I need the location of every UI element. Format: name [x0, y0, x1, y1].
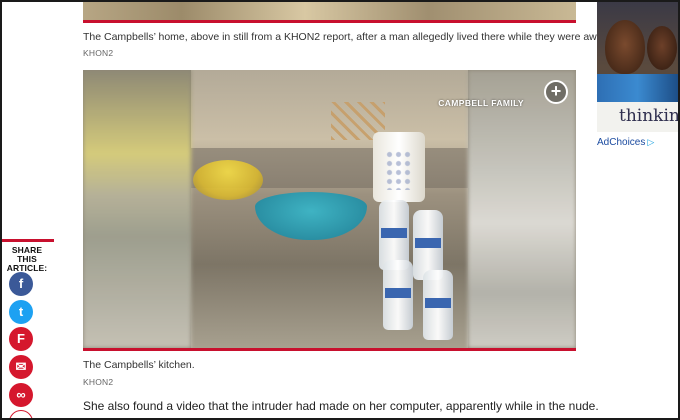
ad-child-face: [647, 26, 677, 70]
email-icon[interactable]: ✉: [9, 355, 33, 379]
share-rule: [2, 239, 54, 242]
kitchen-photo[interactable]: CAMPBELL FAMILY +: [83, 70, 576, 348]
ad-child-face: [605, 20, 645, 74]
photo-blur-right: [468, 70, 576, 348]
top-figure-credit: KHON2: [83, 48, 114, 58]
expand-photo-button[interactable]: +: [544, 80, 568, 104]
ad-text: thinkin: [619, 106, 678, 126]
photo-water-bottle: [383, 260, 413, 330]
article-paragraph: She also found a video that the intruder…: [83, 399, 599, 413]
ad-clothing: [597, 74, 678, 102]
twitter-icon[interactable]: t: [9, 300, 33, 324]
photo-yellow-bowl: [193, 160, 263, 200]
facebook-icon[interactable]: f: [9, 272, 33, 296]
top-figure-rule: [83, 20, 576, 23]
flipboard-icon[interactable]: F: [9, 327, 33, 351]
more-share-icon[interactable]: [9, 410, 33, 420]
photo-water-bottle: [423, 270, 453, 340]
main-figure-credit: KHON2: [83, 377, 114, 387]
share-label: SHARE THIS ARTICLE:: [6, 245, 48, 273]
main-figure-rule: [83, 348, 576, 351]
photo-paper-towel: [373, 132, 425, 202]
photo-watermark: CAMPBELL FAMILY: [438, 98, 524, 108]
top-figure-photo: [83, 2, 576, 20]
adchoices-icon: ▷: [647, 137, 655, 147]
photo-blur-left: [83, 70, 191, 348]
main-figure-caption: The Campbells’ kitchen.: [83, 359, 195, 371]
adchoices-label: AdChoices: [597, 137, 646, 148]
adchoices-link[interactable]: AdChoices ▷: [597, 137, 654, 148]
top-figure-caption: The Campbells’ home, above in still from…: [83, 31, 610, 43]
ad-banner[interactable]: thinkin: [597, 2, 678, 132]
link-icon[interactable]: ∞: [9, 383, 33, 407]
